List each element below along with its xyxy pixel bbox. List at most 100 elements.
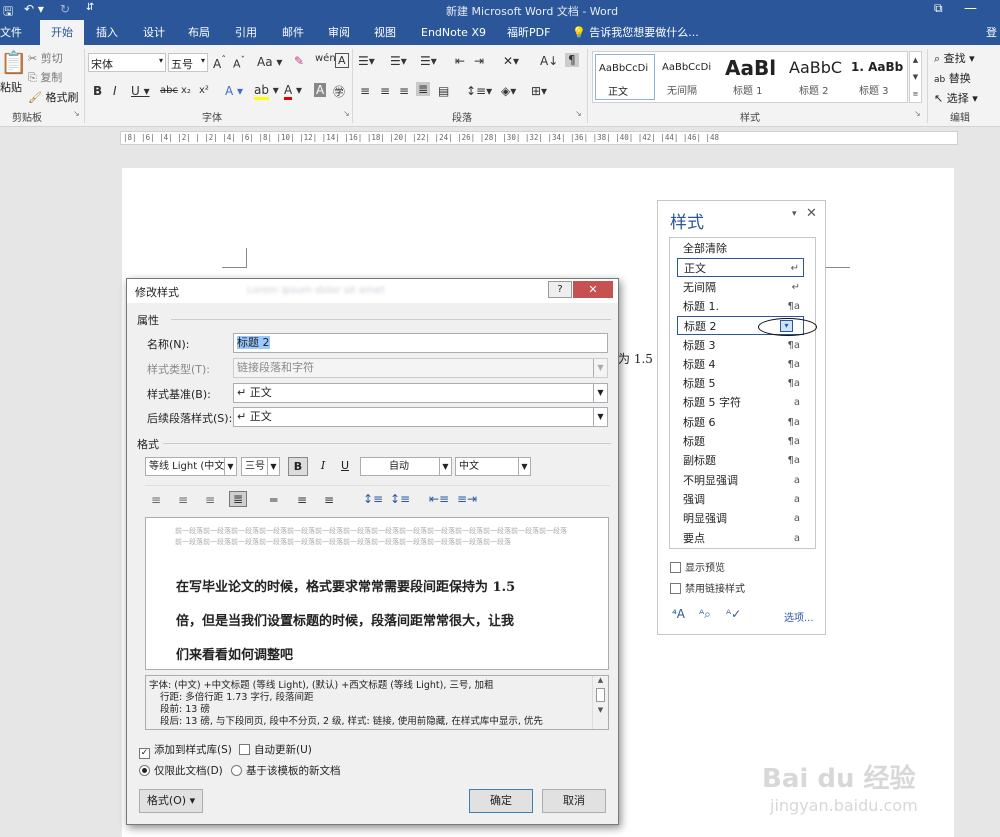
text-effects-icon[interactable]: A ▾ — [225, 84, 243, 98]
auto-update-checkbox[interactable]: 自动更新(U) — [239, 742, 312, 757]
tell-me-box[interactable]: 💡 告诉我您想要做什么... — [572, 20, 699, 45]
justify-icon[interactable]: ≣ — [229, 491, 248, 507]
language-dropdown[interactable]: 中文 ▼ — [455, 457, 531, 476]
new-documents-template-radio[interactable]: 基于该模板的新文档 — [231, 763, 341, 778]
description-scrollbar[interactable]: ▲ ▼ — [592, 676, 608, 729]
style-item[interactable]: 标题 5 字符 a — [677, 393, 804, 412]
tab-foxit-pdf[interactable]: 福昕PDF — [507, 20, 550, 45]
copy-button[interactable]: ⎘ 复制 — [28, 69, 62, 85]
tab-view[interactable]: 视图 — [374, 20, 396, 45]
align-center-icon[interactable]: ≡ — [178, 493, 188, 507]
italic-icon[interactable]: I — [113, 84, 117, 98]
style-item[interactable]: 要点 a — [677, 529, 804, 548]
decrease-spacing-icon[interactable]: ↕≡ — [390, 492, 410, 506]
show-marks-icon[interactable]: ¶ — [565, 53, 579, 67]
cut-button[interactable]: ✂ 剪切 — [28, 50, 63, 66]
redo-icon[interactable]: ↻ — [60, 2, 70, 16]
align-left-icon[interactable]: ≡ — [151, 493, 161, 507]
clipboard-launcher-icon[interactable]: ↘ — [73, 109, 80, 118]
clear-formatting-icon[interactable]: ✎ — [294, 54, 304, 68]
size-dropdown[interactable]: 三号 ▼ — [241, 457, 280, 476]
horizontal-ruler[interactable]: |8| |6| |4| |2| | |2| |4| |6| |8| |10| |… — [120, 131, 958, 145]
decrease-indent-icon[interactable]: ⇤ — [455, 54, 465, 68]
align-left-icon[interactable]: ≡ — [360, 84, 370, 98]
tab-mailings[interactable]: 邮件 — [282, 20, 304, 45]
pane-options-icon[interactable]: ▾ — [792, 209, 797, 219]
close-button[interactable]: ✕ — [573, 281, 613, 298]
options-link[interactable]: 选项... — [784, 609, 814, 624]
shading-icon[interactable]: ◈▾ — [501, 84, 516, 98]
based-on-dropdown[interactable]: ↵ 正文 ▼ — [233, 383, 608, 403]
tab-references[interactable]: 引用 — [235, 20, 257, 45]
style-inspector-icon[interactable]: ᴬ⌕ — [699, 607, 711, 622]
format-painter-button[interactable]: 🖌 格式刷 — [28, 89, 78, 105]
align-right-icon[interactable]: ≡ — [205, 493, 215, 507]
style-item[interactable]: 标题 ¶a — [677, 432, 804, 451]
sort-icon[interactable]: A↓ — [540, 54, 558, 68]
tab-insert[interactable]: 插入 — [96, 20, 118, 45]
enclose-char-icon[interactable]: ㊫ — [333, 83, 345, 100]
next-style-dropdown[interactable]: ↵ 正文 ▼ — [233, 407, 608, 427]
style-item[interactable]: 不明显强调 a — [677, 471, 804, 490]
style-item[interactable]: 标题 6 ¶a — [677, 413, 804, 432]
increase-indent-icon[interactable]: ≡⇥ — [457, 492, 477, 506]
single-spacing-icon[interactable]: ═ — [270, 493, 277, 507]
bold-toggle[interactable]: B — [288, 457, 308, 476]
disable-linked-checkbox[interactable]: 禁用链接样式 — [670, 580, 745, 595]
align-center-icon[interactable]: ≡ — [380, 84, 390, 98]
quick-access-menu-icon[interactable]: ⇵ — [86, 2, 94, 13]
color-dropdown[interactable]: 自动 ▼ — [360, 457, 452, 476]
tab-review[interactable]: 审阅 — [328, 20, 350, 45]
format-menu-button[interactable]: 格式(O) ▾ — [139, 789, 203, 813]
double-spacing-icon[interactable]: ≡ — [324, 493, 334, 507]
superscript-icon[interactable]: x² — [199, 85, 209, 96]
name-field[interactable]: 标题 2 — [233, 333, 608, 353]
replace-button[interactable]: ab 替换 — [934, 70, 971, 86]
justify-icon[interactable]: ≣ — [416, 82, 431, 96]
add-to-gallery-checkbox[interactable]: ✓ 添加到样式库(S) — [139, 742, 232, 759]
strikethrough-icon[interactable]: abc — [160, 85, 178, 96]
font-name-dropdown[interactable]: 宋体 ▾ — [88, 53, 166, 72]
phonetic-guide-icon[interactable]: wén — [315, 53, 336, 64]
style-item[interactable]: 标题 3 ¶a — [677, 336, 804, 355]
tab-endnote[interactable]: EndNote X9 — [421, 20, 486, 45]
minimize-icon[interactable]: — — [964, 1, 977, 16]
undo-icon[interactable]: ↶ ▾ — [24, 2, 44, 16]
font-dropdown[interactable]: 等线 Light (中文 ▼ — [145, 457, 237, 476]
char-border-icon[interactable]: A — [335, 53, 349, 68]
find-button[interactable]: ⌕ 查找 ▾ — [934, 50, 975, 66]
font-launcher-icon[interactable]: ↘ — [343, 109, 350, 118]
char-shading-icon[interactable]: A — [314, 83, 327, 97]
increase-indent-icon[interactable]: ⇥ — [474, 54, 484, 68]
paragraph-launcher-icon[interactable]: ↘ — [575, 109, 582, 118]
style-item[interactable]: 全部清除 — [677, 239, 804, 258]
help-button[interactable]: ? — [548, 281, 572, 298]
style-item[interactable]: 强调 a — [677, 490, 804, 509]
close-icon[interactable]: ✕ — [806, 206, 817, 221]
change-case-icon[interactable]: Aa ▾ — [257, 55, 282, 69]
show-preview-checkbox[interactable]: 显示预览 — [670, 559, 725, 574]
ribbon-display-icon[interactable]: ⧉ — [934, 1, 943, 16]
tab-design[interactable]: 设计 — [143, 20, 165, 45]
style-item[interactable]: 标题 4 ¶a — [677, 355, 804, 374]
style-tile-normal[interactable]: AaBbCcDi 正文 — [595, 54, 655, 100]
styles-launcher-icon[interactable]: ↘ — [914, 109, 921, 118]
style-item[interactable]: 标题 5 ¶a — [677, 374, 804, 393]
numbering-icon[interactable]: ☰▾ — [390, 54, 407, 68]
line-spacing-icon[interactable]: ↕≡▾ — [466, 84, 492, 98]
font-size-dropdown[interactable]: 五号 ▾ — [168, 53, 208, 72]
manage-styles-icon[interactable]: ᴬ✓ — [726, 607, 741, 621]
style-item[interactable]: 副标题 ¶a — [677, 451, 804, 470]
style-item[interactable]: 正文 ↵ — [677, 258, 804, 278]
multilevel-list-icon[interactable]: ☰▾ — [420, 54, 437, 68]
paste-icon[interactable]: 📋 — [0, 51, 27, 76]
align-right-icon[interactable]: ≡ — [399, 84, 409, 98]
shrink-font-icon[interactable]: Aˇ — [233, 55, 245, 71]
tab-layout[interactable]: 布局 — [188, 20, 210, 45]
font-color-icon[interactable]: A ▾ — [284, 83, 302, 100]
paste-label[interactable]: 粘贴 — [0, 79, 22, 95]
chinese-layout-icon[interactable]: ✕▾ — [503, 54, 519, 68]
bullets-icon[interactable]: ☰▾ — [358, 54, 375, 68]
select-button[interactable]: ↖ 选择 ▾ — [934, 90, 978, 106]
highlight-icon[interactable]: ab ▾ — [254, 83, 279, 100]
